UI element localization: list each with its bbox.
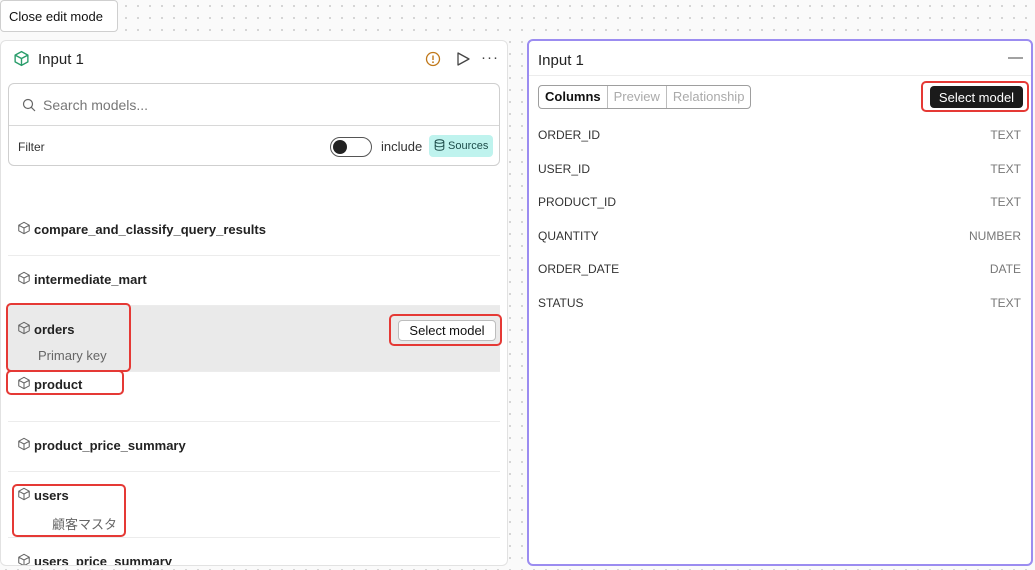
more-icon[interactable]: ··· [481, 49, 499, 66]
search-input[interactable] [43, 94, 483, 116]
column-name: STATUS [538, 295, 584, 310]
column-row: STATUS TEXT [529, 286, 1031, 320]
panel-title: Input 1 [38, 51, 84, 68]
toggle-knob [333, 140, 347, 154]
include-label: include [381, 139, 423, 154]
model-name: orders [34, 322, 75, 337]
search-row [9, 84, 499, 126]
column-row: PRODUCT_ID TEXT [529, 185, 1031, 219]
model-name: product [34, 377, 83, 392]
column-name: QUANTITY [538, 228, 599, 243]
column-name: USER_ID [538, 161, 591, 176]
search-filter-box: Filter include Sources [8, 83, 500, 166]
list-item-selected[interactable]: orders Primary key Select model [6, 303, 502, 372]
cube-icon [17, 487, 31, 504]
cube-icon [17, 271, 31, 288]
column-type: TEXT [990, 128, 1021, 142]
cube-icon [17, 376, 31, 393]
tab-columns[interactable]: Columns [539, 86, 607, 108]
sources-label: Sources [448, 140, 489, 152]
tab-relationship[interactable]: Relationship [665, 86, 751, 108]
play-icon[interactable] [455, 51, 471, 70]
model-name: users [34, 488, 69, 503]
model-name: intermediate_mart [34, 272, 147, 287]
column-list: ORDER_ID TEXT USER_ID TEXT PRODUCT_ID TE… [529, 118, 1031, 320]
cube-icon [13, 50, 30, 70]
sources-badge: Sources [429, 135, 494, 157]
cube-icon [17, 437, 31, 454]
model-name: users_price_summary [34, 554, 173, 566]
model-list: compare_and_classify_query_results inter… [6, 206, 502, 566]
include-sources-toggle[interactable] [330, 137, 372, 157]
select-model-button[interactable]: Select model [930, 86, 1023, 108]
model-name: product_price_summary [34, 438, 186, 453]
select-model-button[interactable]: Select model [398, 320, 496, 341]
filter-label: Filter [18, 140, 45, 154]
database-icon [434, 138, 445, 154]
warning-icon[interactable] [425, 51, 441, 70]
cube-icon [17, 321, 31, 338]
column-name: PRODUCT_ID [538, 195, 617, 210]
search-icon [22, 98, 36, 115]
column-name: ORDER_ID [538, 128, 601, 142]
column-row: ORDER_ID TEXT [529, 118, 1031, 152]
list-item[interactable]: users_price_summary [8, 538, 500, 566]
column-type: NUMBER [968, 228, 1021, 243]
column-type: DATE [989, 262, 1021, 277]
list-item[interactable]: intermediate_mart [8, 256, 500, 306]
divider [529, 75, 1031, 76]
list-item[interactable]: users 顧客マスタ [8, 472, 500, 538]
list-item[interactable]: compare_and_classify_query_results [8, 206, 500, 256]
detail-tabs: Columns Preview Relationship [538, 85, 752, 109]
column-type: TEXT [990, 195, 1021, 210]
close-edit-mode-button[interactable]: Close edit mode [0, 0, 118, 32]
column-row: QUANTITY NUMBER [529, 219, 1031, 253]
model-detail-panel: Input 1 — Columns Preview Relationship S… [527, 39, 1033, 566]
panel-title: Input 1 [538, 52, 584, 69]
model-selector-panel: Input 1 ··· Filter include Sources com [0, 40, 508, 566]
model-description: Primary key [38, 348, 107, 363]
list-item[interactable]: product [6, 370, 500, 422]
model-description: 顧客マスタ [52, 517, 118, 532]
column-name: ORDER_DATE [538, 262, 620, 277]
cube-icon [17, 553, 31, 565]
column-type: TEXT [990, 295, 1021, 310]
minimize-icon[interactable]: — [1008, 49, 1023, 66]
column-row: ORDER_DATE DATE [529, 252, 1031, 286]
cube-icon [17, 221, 31, 238]
model-name: compare_and_classify_query_results [34, 222, 266, 237]
panel-header: Input 1 ··· [1, 41, 507, 79]
column-row: USER_ID TEXT [529, 152, 1031, 186]
tab-preview[interactable]: Preview [606, 86, 666, 108]
list-item[interactable]: product_price_summary [8, 422, 500, 472]
column-type: TEXT [990, 161, 1021, 176]
